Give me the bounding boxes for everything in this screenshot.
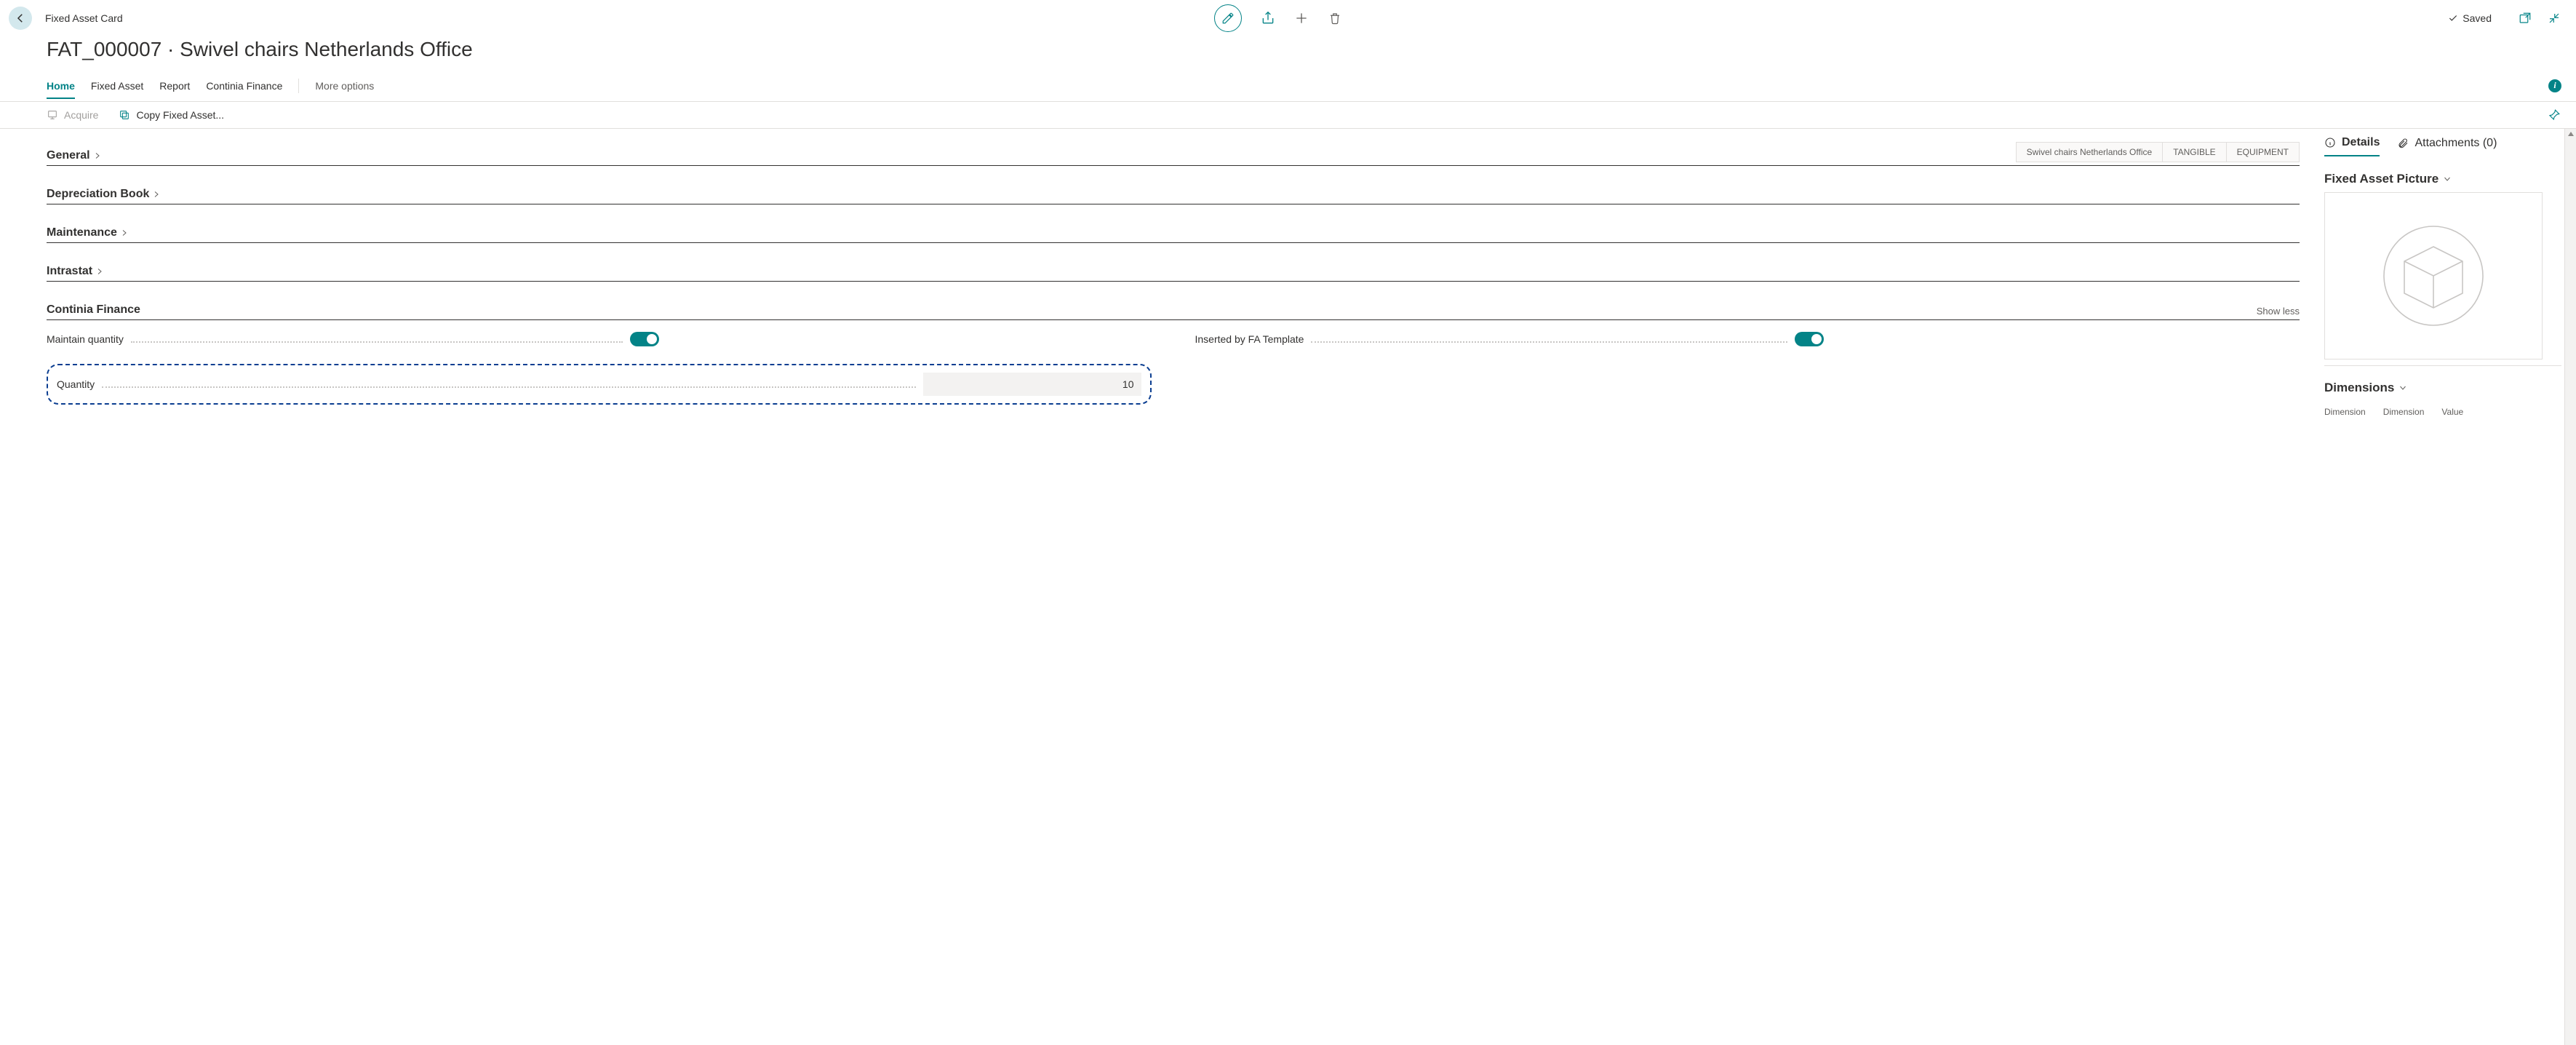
factbox-tab-attachments[interactable]: Attachments (0): [2397, 136, 2497, 156]
quantity-input[interactable]: [923, 373, 1141, 396]
tab-fixed-asset[interactable]: Fixed Asset: [91, 73, 143, 99]
fasttab-depreciation-title: Depreciation Book: [47, 188, 149, 201]
dim-col: Dimension: [2324, 407, 2366, 417]
factbox-tab-details[interactable]: Details: [2324, 136, 2380, 156]
delete-button[interactable]: [1328, 11, 1342, 25]
factbox-picture-title: Fixed Asset Picture: [2324, 172, 2439, 186]
copy-icon: [119, 109, 130, 121]
tab-continia-finance[interactable]: Continia Finance: [206, 73, 282, 99]
fixed-asset-picture-placeholder[interactable]: [2324, 192, 2543, 359]
chevron-right-icon: [120, 229, 129, 237]
back-button[interactable]: [9, 7, 32, 30]
acquire-label: Acquire: [64, 109, 98, 121]
collapse-button[interactable]: [2547, 11, 2561, 25]
dim-col: Dimension: [2383, 407, 2425, 417]
info-icon: [2324, 137, 2336, 148]
attachment-icon: [2397, 138, 2409, 149]
dimensions-columns: Dimension Dimension Value: [2321, 401, 2564, 417]
fasttab-general-summary: Swivel chairs Netherlands Office TANGIBL…: [2016, 142, 2300, 162]
scrollbar[interactable]: [2564, 129, 2576, 1045]
chevron-right-icon: [93, 151, 102, 160]
copy-fixed-asset-action[interactable]: Copy Fixed Asset...: [119, 109, 224, 121]
card-type-label: Fixed Asset Card: [45, 12, 123, 24]
fasttab-general-header[interactable]: General Swivel chairs Netherlands Office…: [47, 142, 2300, 166]
plus-icon: [1294, 11, 1309, 25]
tab-separator: [298, 79, 299, 93]
fasttab-maintenance-header[interactable]: Maintenance: [47, 226, 2300, 243]
acquire-action: Acquire: [47, 109, 98, 121]
tab-report[interactable]: Report: [159, 73, 190, 99]
dots-leader: [131, 341, 623, 343]
cube-icon: [2375, 218, 2492, 334]
acquire-icon: [47, 109, 58, 121]
pin-button[interactable]: [2547, 108, 2561, 122]
fasttab-depreciation-header[interactable]: Depreciation Book: [47, 188, 2300, 204]
info-badge[interactable]: i: [2548, 79, 2561, 92]
factbox-dimensions-header[interactable]: Dimensions: [2324, 381, 2564, 395]
quantity-label: Quantity: [57, 378, 95, 390]
check-icon: [2448, 13, 2458, 23]
factbox-tab-details-label: Details: [2342, 136, 2380, 149]
fasttab-continia-title: Continia Finance: [47, 303, 140, 317]
share-icon: [1261, 11, 1275, 25]
inserted-by-template-toggle[interactable]: [1795, 332, 1824, 346]
chevron-right-icon: [95, 267, 104, 276]
factbox-tab-attachments-label: Attachments (0): [2414, 137, 2497, 150]
quantity-highlight: Quantity: [47, 364, 1152, 405]
maintain-quantity-toggle[interactable]: [630, 332, 659, 346]
tab-more-options[interactable]: More options: [315, 73, 374, 99]
fasttab-intrastat-title: Intrastat: [47, 265, 92, 278]
chevron-down-icon: [2443, 175, 2452, 183]
show-less-link[interactable]: Show less: [2257, 306, 2300, 317]
saved-indicator: Saved: [2448, 12, 2492, 24]
factbox-dimensions-title: Dimensions: [2324, 381, 2394, 395]
tab-home[interactable]: Home: [47, 73, 75, 99]
dim-col: Value: [2441, 407, 2463, 417]
dots-leader: [1311, 341, 1787, 343]
factbox-picture-header[interactable]: Fixed Asset Picture: [2324, 172, 2564, 186]
chevron-right-icon: [152, 190, 161, 199]
saved-label: Saved: [2463, 12, 2492, 24]
fasttab-general-title: General: [47, 149, 90, 162]
trash-icon: [1328, 12, 1341, 25]
collapse-icon: [2548, 12, 2561, 25]
page-title: FAT_000007 · Swivel chairs Netherlands O…: [47, 38, 2561, 61]
summary-chip: EQUIPMENT: [2227, 142, 2300, 162]
new-button[interactable]: [1294, 11, 1309, 25]
copy-label: Copy Fixed Asset...: [136, 109, 224, 121]
fasttab-continia-header[interactable]: Continia Finance Show less: [47, 303, 2300, 320]
share-button[interactable]: [1261, 11, 1275, 25]
popout-button[interactable]: [2518, 11, 2532, 25]
fasttab-maintenance-title: Maintenance: [47, 226, 117, 239]
edit-button[interactable]: [1214, 4, 1242, 32]
pin-icon: [2548, 108, 2561, 122]
chevron-down-icon: [2398, 384, 2407, 392]
pencil-icon: [1221, 12, 1235, 25]
inserted-by-template-label: Inserted by FA Template: [1195, 333, 1304, 345]
summary-chip: Swivel chairs Netherlands Office: [2016, 142, 2164, 162]
dots-leader: [102, 386, 915, 388]
fasttab-intrastat-header[interactable]: Intrastat: [47, 265, 2300, 282]
maintain-quantity-label: Maintain quantity: [47, 333, 124, 345]
summary-chip: TANGIBLE: [2163, 142, 2226, 162]
popout-icon: [2519, 12, 2532, 25]
